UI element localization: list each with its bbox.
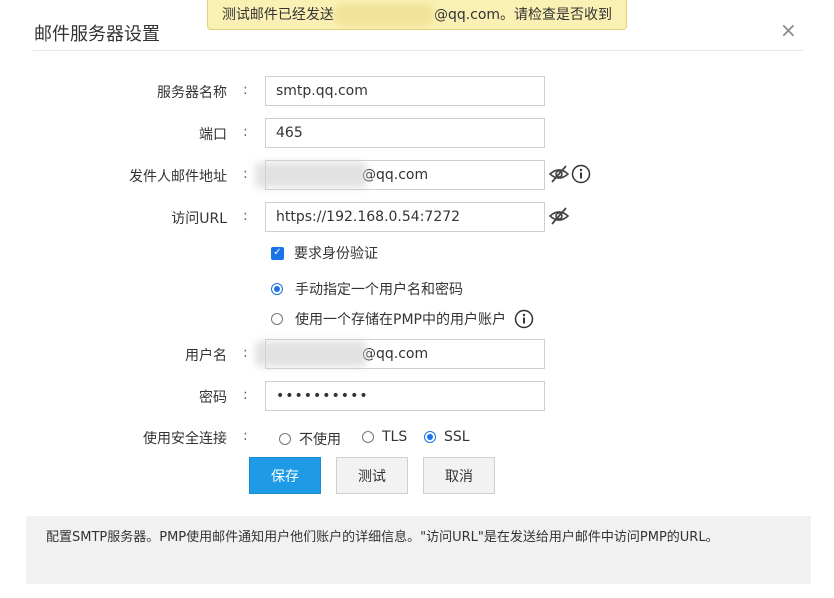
radio-selected-icon <box>424 431 436 443</box>
secure-option-ssl[interactable]: SSL <box>424 429 470 445</box>
secure-option-label: 不使用 <box>299 432 341 448</box>
radio-unselected-icon <box>271 313 283 325</box>
info-icon[interactable] <box>571 164 591 184</box>
colon: : <box>243 428 248 444</box>
secure-option-label: TLS <box>382 429 408 445</box>
require-auth-label: 要求身份验证 <box>294 246 378 262</box>
info-icon[interactable] <box>514 309 534 329</box>
server-name-label: 服务器名称 <box>157 85 227 101</box>
access-url-label: 访问URL <box>171 211 227 227</box>
close-icon[interactable]: × <box>780 18 797 42</box>
redacted-email <box>255 341 367 367</box>
auth-option-manual[interactable]: 手动指定一个用户名和密码 <box>271 279 463 299</box>
colon: : <box>243 166 248 182</box>
radio-unselected-icon <box>279 433 291 445</box>
colon: : <box>243 208 248 224</box>
access-url-input[interactable] <box>265 202 545 232</box>
colon: : <box>243 387 248 403</box>
cancel-button[interactable]: 取消 <box>423 457 495 494</box>
colon: : <box>243 345 248 361</box>
server-name-input[interactable] <box>265 76 545 106</box>
password-input[interactable] <box>265 381 545 411</box>
checkmark-icon: ✓ <box>271 246 284 260</box>
port-label: 端口 <box>199 127 227 143</box>
toast-notification: 测试邮件已经发送 @qq.com。请检查是否收到 <box>207 0 627 30</box>
require-auth-checkbox[interactable]: ✓ 要求身份验证 <box>271 243 378 263</box>
secure-option-tls[interactable]: TLS <box>362 429 407 445</box>
title-divider <box>33 50 803 51</box>
radio-unselected-icon <box>362 431 374 443</box>
radio-selected-icon <box>271 283 283 295</box>
toast-text-prefix: 测试邮件已经发送 <box>221 7 334 23</box>
eye-off-icon[interactable] <box>549 207 569 225</box>
port-input[interactable] <box>265 118 545 148</box>
save-button[interactable]: 保存 <box>249 457 321 494</box>
test-button[interactable]: 测试 <box>336 457 408 494</box>
colon: : <box>243 82 248 98</box>
secure-option-none[interactable]: 不使用 <box>279 429 341 449</box>
dialog-title: 邮件服务器设置 <box>34 24 160 45</box>
colon: : <box>243 124 248 140</box>
redacted-email <box>333 4 434 26</box>
toast-text-suffix: @qq.com。请检查是否收到 <box>433 7 613 23</box>
help-note: 配置SMTP服务器。PMP使用邮件通知用户他们账户的详细信息。"访问URL"是在… <box>26 516 811 584</box>
auth-option-label: 手动指定一个用户名和密码 <box>295 282 463 298</box>
auth-option-stored-account[interactable]: 使用一个存储在PMP中的用户账户 <box>271 309 534 329</box>
secure-connection-label: 使用安全连接 <box>143 431 227 447</box>
sender-email-label: 发件人邮件地址 <box>129 169 227 185</box>
eye-off-icon[interactable] <box>549 165 569 183</box>
secure-option-label: SSL <box>444 429 470 445</box>
redacted-email <box>255 162 367 188</box>
password-label: 密码 <box>199 390 227 406</box>
username-label: 用户名 <box>185 348 227 364</box>
auth-option-label: 使用一个存储在PMP中的用户账户 <box>295 312 506 328</box>
